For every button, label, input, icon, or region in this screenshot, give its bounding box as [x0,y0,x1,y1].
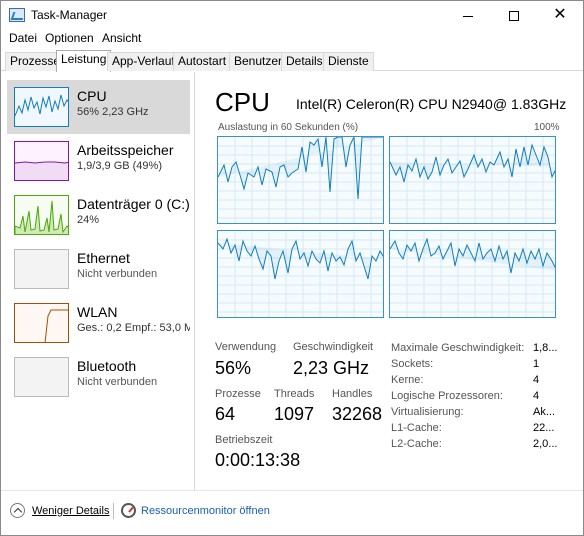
tab-dienste[interactable]: Dienste [323,52,374,71]
usage-value: 56% [215,358,252,378]
spec-logical-processors-value: 4 [533,390,540,402]
processes-label: Prozesse [215,388,261,400]
spec-cores-label: Kerne: [391,374,424,386]
tab-details[interactable]: Details [281,52,328,71]
sidebar-item-ethernet[interactable]: Ethernet Nicht verbunden [7,242,190,296]
sidebar-item-wlan[interactable]: WLAN Ges.: 0,2 Empf.: 53,0 MB [7,296,190,350]
spec-logical-processors-label: Logische Prozessoren: [391,390,503,402]
core-graph-1-svg [218,137,383,223]
tab-leistung[interactable]: Leistung [56,50,112,72]
core-graph-1 [217,136,384,224]
uptime-value: 0:00:13:38 [215,450,301,470]
sidebar-item-label: CPU [77,88,107,104]
minimize-button[interactable] [445,1,491,29]
tab-app-verlauf[interactable]: App-Verlauf [107,52,180,71]
sidebar-item-detail: 1,9/3,9 GB (49%) [77,160,162,172]
task-manager-icon [9,8,25,22]
processor-name: Intel(R) Celeron(R) CPU N2940@ 1.83GHz [296,96,567,112]
sidebar-item-detail: Nicht verbunden [77,268,158,280]
spec-sockets-value: 1 [533,358,540,370]
sidebar-item-disk[interactable]: Datenträger 0 (C:) 24% [7,188,190,242]
wlan-thumbnail-graph [14,303,69,343]
menu-ansicht[interactable]: Ansicht [102,31,141,45]
sidebar-item-cpu[interactable]: CPU 56% 2,23 GHz [7,80,190,134]
open-resource-monitor-link[interactable]: Ressourcenmonitor öffnen [141,505,270,517]
uptime-label: Betriebszeit [215,434,273,446]
menu-optionen[interactable]: Optionen [45,31,94,45]
tab-benutzer[interactable]: Benutzer [229,52,288,71]
sidebar-item-detail: 56% 2,23 GHz [77,106,149,118]
core-graph-2 [389,136,556,224]
sidebar-item-label: Ethernet [77,250,130,266]
fewer-details-link[interactable]: Weniger Details [32,505,109,517]
spec-max-speed-value: 1,8... [533,342,558,354]
threads-label: Threads [274,388,315,400]
sidebar-item-label: WLAN [77,304,118,320]
threads-value: 1097 [274,404,315,424]
core-graph-4-svg [390,231,555,317]
sidebar-item-label: Datenträger 0 (C:) [77,196,190,212]
cpu-detail-panel: CPU Intel(R) Celeron(R) CPU N2940@ 1.83G… [196,72,583,490]
processes-value: 64 [215,404,236,424]
bluetooth-thumbnail-graph [14,357,69,397]
usage-label: Verwendung [215,341,277,353]
core-graph-3-svg [218,231,383,317]
speed-label: Geschwindigkeit [293,341,374,353]
spec-l2-cache-value: 2,0... [533,438,558,450]
tab-autostart[interactable]: Autostart [173,52,232,71]
minimize-icon [463,15,473,17]
handles-label: Handles [332,388,373,400]
core-graph-2-svg [390,137,555,223]
menu-datei[interactable]: Datei [9,31,37,45]
title-bar[interactable]: Task-Manager ✕ [1,1,583,29]
sidebar-item-label: Arbeitsspeicher [77,142,174,158]
core-graph-4 [389,230,556,318]
cpu-thumbnail-graph [14,87,69,127]
resource-monitor-icon[interactable] [121,503,136,518]
task-manager-window: Task-Manager ✕ Datei Optionen Ansicht Pr… [0,0,584,536]
sidebar-item-detail: 24% [77,214,100,226]
spec-l1-cache-value: 22... [533,422,555,434]
speed-value: 2,23 GHz [293,358,370,378]
spec-sockets-label: Sockets: [391,358,434,370]
sidebar-item-detail: Nicht verbunden [77,376,158,388]
footer-bar: Weniger Details Ressourcenmonitor öffnen [1,490,583,535]
menu-bar: Datei Optionen Ansicht [1,29,583,49]
tab-bar: Prozesse Leistung App-Verlauf Autostart … [1,49,583,72]
page-title: CPU [215,87,270,117]
wlan-thumbnail-svg [44,309,68,342]
sidebar-item-label: Bluetooth [77,358,137,374]
graph-max-label: 100% [534,122,560,133]
close-button[interactable]: ✕ [537,1,583,29]
spec-virtualization-value: Ak... [533,406,556,418]
disk-thumbnail-svg [15,200,68,234]
ethernet-thumbnail-graph [14,249,69,289]
resource-sidebar: CPU 56% 2,23 GHz Arbeitsspeicher 1,9/3,9… [1,72,195,490]
spec-l1-cache-label: L1-Cache: [391,422,442,434]
spec-cores-value: 4 [533,374,540,386]
maximize-icon [509,11,519,22]
maximize-button[interactable] [491,1,537,29]
sidebar-item-detail: Ges.: 0,2 Empf.: 53,0 MB [77,322,190,334]
cpu-thumbnail-svg [15,94,68,117]
graph-caption: Auslastung in 60 Sekunden (%) [218,122,359,133]
spec-virtualization-label: Virtualisierung: [391,406,464,418]
sidebar-item-memory[interactable]: Arbeitsspeicher 1,9/3,9 GB (49%) [7,134,190,188]
footer-divider [113,503,114,519]
spec-l2-cache-label: L2-Cache: [391,438,442,450]
core-graph-3 [217,230,384,318]
chevron-up-icon[interactable] [10,503,25,518]
memory-thumbnail-graph [14,141,69,181]
spec-max-speed-label: Maximale Geschwindigkeit: [391,342,525,354]
sidebar-item-bluetooth[interactable]: Bluetooth Nicht verbunden [7,350,190,404]
disk-thumbnail-graph [14,195,69,235]
memory-thumbnail-svg [15,161,68,180]
handles-value: 32268 [332,404,383,424]
window-title: Task-Manager [31,8,108,22]
